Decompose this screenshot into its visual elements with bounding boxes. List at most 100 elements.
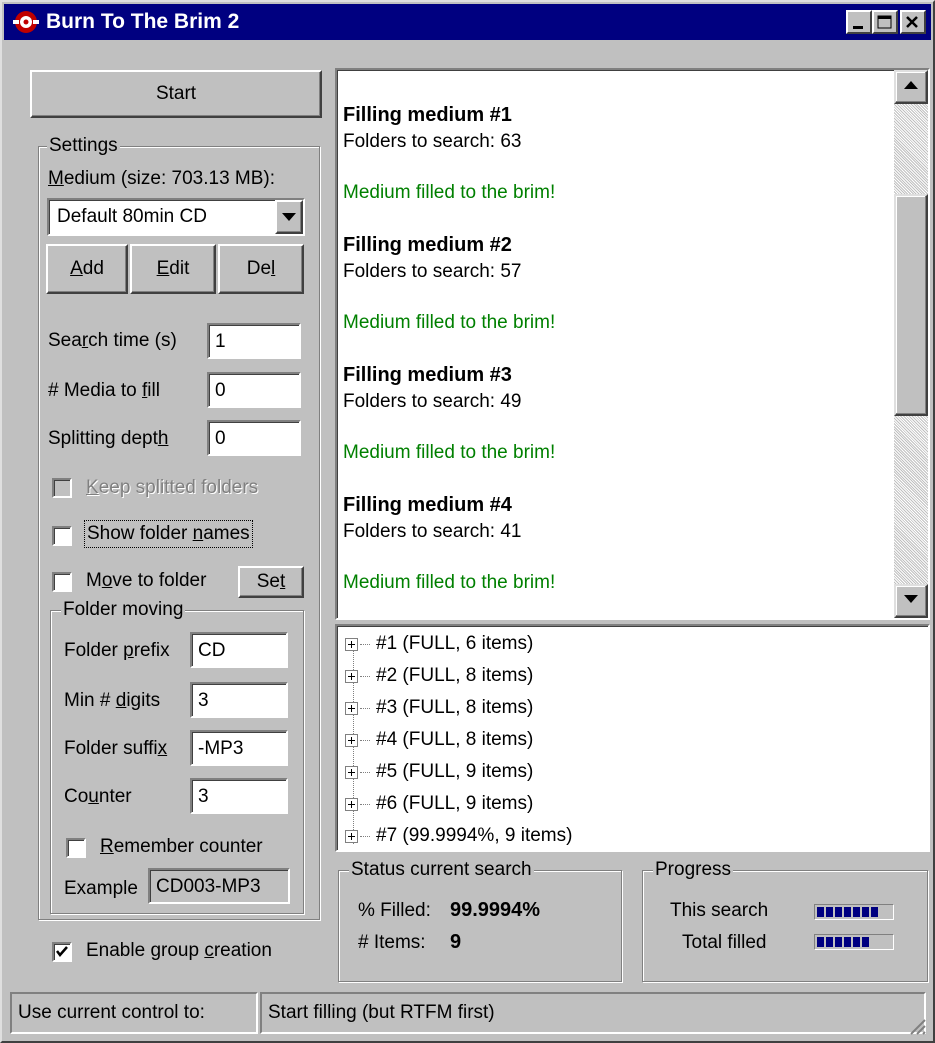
log-output[interactable]: Filling medium #1 Folders to search: 63 Me…	[335, 68, 930, 620]
folder-prefix-input[interactable]: CD	[190, 632, 288, 668]
move-to-folder-checkbox[interactable]	[52, 572, 72, 592]
tree-dash	[360, 675, 370, 677]
checkmark-icon	[56, 946, 68, 957]
expand-plus-icon[interactable]	[345, 797, 358, 811]
minimize-icon	[853, 26, 863, 29]
total-filled-progress-bar	[814, 934, 894, 950]
scroll-down-button[interactable]	[894, 584, 928, 618]
expand-plus-icon[interactable]	[345, 669, 358, 683]
expand-plus-icon[interactable]	[345, 733, 358, 747]
close-button[interactable]	[900, 10, 926, 34]
expand-plus-icon[interactable]	[345, 765, 358, 779]
tree-item-label: #6 (FULL, 9 items)	[376, 793, 534, 814]
enable-group-checkbox[interactable]	[52, 942, 72, 962]
counter-label: Counter	[64, 786, 132, 807]
log-entry-detail: Folders to search: 57	[343, 261, 522, 282]
show-folder-names-checkbox[interactable]	[52, 526, 72, 546]
folder-suffix-label: Folder suffix	[64, 738, 168, 759]
progress-block	[826, 937, 833, 947]
tree-dash	[360, 643, 370, 645]
this-search-label: This search	[670, 900, 769, 921]
tree-item[interactable]: #1 (FULL, 6 items)	[345, 629, 533, 659]
log-entry-heading: Filling medium #4	[343, 494, 512, 516]
min-digits-label: Min # digits	[64, 690, 161, 711]
status-bar-left: Use current control to:	[10, 992, 258, 1034]
total-filled-label: Total filled	[682, 932, 767, 953]
tree-item[interactable]: #7 (99.9994%, 9 items)	[345, 821, 573, 850]
minimize-button[interactable]	[846, 10, 872, 34]
tree-item[interactable]: #3 (FULL, 8 items)	[345, 693, 533, 723]
splitting-depth-label: Splitting depth	[48, 428, 169, 449]
expand-plus-icon[interactable]	[345, 829, 358, 843]
search-time-label: Search time (s)	[48, 330, 177, 351]
log-entry-heading: Filling medium #2	[343, 234, 512, 256]
medium-select-value: Default 80min CD	[57, 206, 207, 227]
expand-plus-icon[interactable]	[345, 637, 358, 651]
keep-splitted-checkbox[interactable]	[52, 478, 72, 498]
main-window: Burn To The Brim 2 Start Settings Medium…	[0, 0, 935, 1043]
log-scrollbar[interactable]	[894, 70, 928, 618]
edit-medium-button[interactable]: Edit	[130, 244, 216, 294]
maximize-button[interactable]	[872, 10, 898, 34]
tree-dash	[360, 803, 370, 805]
tree-item-label: #5 (FULL, 9 items)	[376, 761, 534, 782]
status-bar-right: Start filling (but RTFM first)	[260, 992, 926, 1034]
tree-item-label: #7 (99.9994%, 9 items)	[376, 825, 573, 846]
progress-group-title: Progress	[653, 859, 734, 881]
tree-dash	[360, 771, 370, 773]
log-entry-result: Medium filled to the brim!	[343, 182, 556, 203]
scroll-thumb[interactable]	[894, 194, 928, 416]
remember-counter-label: Remember counter	[100, 836, 263, 857]
scroll-up-button[interactable]	[894, 70, 928, 104]
progress-block	[817, 907, 824, 917]
progress-group: Progress	[642, 859, 928, 982]
tree-item-label: #3 (FULL, 8 items)	[376, 697, 534, 718]
tree-dash	[360, 835, 370, 837]
log-entry-detail: Folders to search: 41	[343, 521, 522, 542]
chevron-down-icon	[282, 213, 296, 221]
progress-block	[826, 907, 833, 917]
title-bar[interactable]: Burn To The Brim 2	[4, 4, 931, 40]
arrow-down-icon	[904, 595, 918, 603]
expand-plus-icon[interactable]	[345, 701, 358, 715]
tree-dash	[360, 707, 370, 709]
progress-block	[862, 937, 869, 947]
min-digits-input[interactable]: 3	[190, 682, 288, 718]
add-medium-button[interactable]: Add	[46, 244, 128, 294]
window-title: Burn To The Brim 2	[46, 10, 240, 33]
log-entry-result: Medium filled to the brim!	[343, 312, 556, 333]
tree-item[interactable]: #5 (FULL, 9 items)	[345, 757, 533, 787]
set-folder-button[interactable]: Set	[238, 566, 304, 598]
media-tree[interactable]: #1 (FULL, 6 items) #2 (FULL, 8 items) #3 (…	[335, 624, 930, 852]
maximize-icon	[877, 15, 892, 29]
resize-grip-icon[interactable]	[907, 1016, 927, 1036]
media-to-fill-input[interactable]: 0	[207, 372, 301, 408]
tree-item[interactable]: #6 (FULL, 9 items)	[345, 789, 533, 819]
remember-counter-checkbox[interactable]	[66, 838, 86, 858]
move-to-folder-label: Move to folder	[86, 570, 207, 591]
example-value: CD003-MP3	[148, 868, 290, 904]
progress-block	[862, 907, 869, 917]
tree-item[interactable]: #2 (FULL, 8 items)	[345, 661, 533, 691]
tree-item-label: #4 (FULL, 8 items)	[376, 729, 534, 750]
this-search-progress-bar	[814, 904, 894, 920]
medium-select[interactable]: Default 80min CD	[47, 198, 305, 236]
progress-block	[853, 937, 860, 947]
splitting-depth-input[interactable]: 0	[207, 420, 301, 456]
app-icon	[13, 11, 39, 33]
start-button-label: Start	[155, 83, 197, 104]
arrow-up-icon	[904, 81, 918, 89]
start-button[interactable]: Start	[30, 70, 322, 118]
tree-item[interactable]: #4 (FULL, 8 items)	[345, 725, 533, 755]
filled-value: 99.9994%	[450, 899, 541, 921]
delete-medium-button[interactable]: Del	[218, 244, 304, 294]
progress-block	[853, 907, 860, 917]
medium-dropdown-button[interactable]	[275, 200, 303, 234]
counter-input[interactable]: 3	[190, 778, 288, 814]
folder-suffix-input[interactable]: -MP3	[190, 730, 288, 766]
medium-label: Medium (size: 703.13 MB):	[48, 168, 276, 189]
search-time-input[interactable]: 1	[207, 323, 301, 359]
items-label: # Items:	[358, 932, 426, 953]
log-entry-result: Medium filled to the brim!	[343, 572, 556, 593]
tree-item-label: #2 (FULL, 8 items)	[376, 665, 534, 686]
